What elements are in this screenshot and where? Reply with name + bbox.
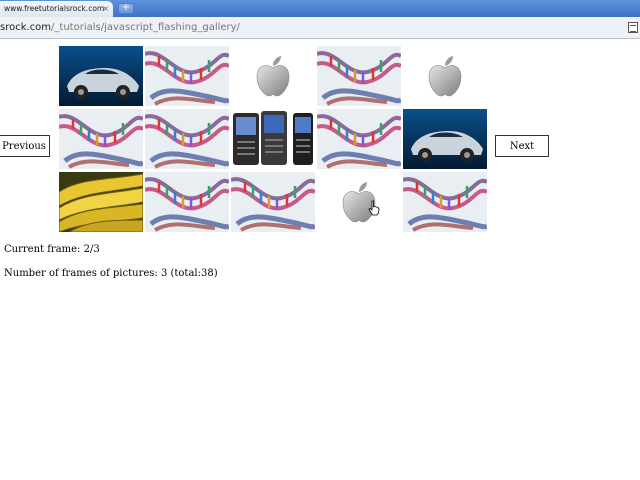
address-host: srock.com <box>0 22 52 33</box>
browser-toolbar: srock.com/_tutorials/javascript_flashing… <box>0 17 640 39</box>
gallery-thumbnail-apple[interactable] <box>317 172 401 232</box>
gallery-thumbnail-phones[interactable] <box>231 109 315 169</box>
tab-title: www.freetutorialsrock.com <box>4 4 105 13</box>
gallery-thumbnail-bananas[interactable] <box>59 172 143 232</box>
frames-count-text: Number of frames of pictures: 3 (total:3… <box>4 268 218 279</box>
hand-cursor-icon <box>368 200 380 216</box>
new-tab-button[interactable]: + <box>118 3 134 14</box>
gallery-thumbnail-dna[interactable] <box>317 46 401 106</box>
gallery-thumbnail-apple[interactable] <box>231 46 315 106</box>
gallery-thumbnail-dna[interactable] <box>403 172 487 232</box>
gallery-thumbnail-dna[interactable] <box>231 172 315 232</box>
gallery-thumbnail-dna[interactable] <box>145 109 229 169</box>
address-path: /_tutorials/javascript_flashing_gallery/ <box>51 22 240 33</box>
gallery-thumbnail-apple[interactable] <box>403 46 487 106</box>
page-menu-icon[interactable] <box>628 22 638 33</box>
address-bar[interactable]: srock.com/_tutorials/javascript_flashing… <box>0 20 240 36</box>
gallery-thumbnail-car[interactable] <box>59 46 143 106</box>
browser-tab[interactable]: www.freetutorialsrock.com × <box>0 1 113 17</box>
tab-close-icon[interactable]: × <box>102 1 109 17</box>
gallery-thumbnail-dna[interactable] <box>145 172 229 232</box>
gallery-thumbnail-car[interactable] <box>403 109 487 169</box>
gallery-thumbnail-dna[interactable] <box>59 109 143 169</box>
current-frame-text: Current frame: 2/3 <box>4 244 100 255</box>
next-button[interactable]: Next <box>495 135 549 157</box>
gallery-thumbnail-dna[interactable] <box>145 46 229 106</box>
gallery-thumbnail-dna[interactable] <box>317 109 401 169</box>
browser-tab-strip: www.freetutorialsrock.com × + <box>0 0 640 17</box>
previous-button[interactable]: Previous <box>0 135 50 157</box>
